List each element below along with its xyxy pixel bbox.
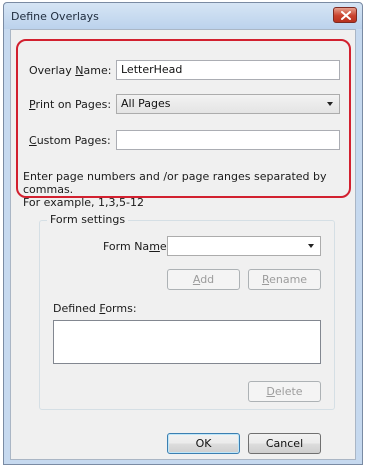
page-range-hint-line2: For example, 1,3,5-12	[23, 196, 144, 209]
page-range-hint: Enter page numbers and /or page ranges s…	[23, 170, 353, 209]
print-on-pages-label: Print on Pages:	[29, 98, 112, 111]
ok-button[interactable]: OK	[167, 433, 240, 454]
chevron-down-icon	[327, 102, 333, 106]
print-on-pages-value: All Pages	[121, 97, 171, 110]
page-range-hint-line1: Enter page numbers and /or page ranges s…	[23, 170, 327, 196]
custom-pages-field[interactable]	[116, 130, 340, 150]
dialog-client-area: Overlay Name: LetterHead Print on Pages:…	[10, 29, 356, 460]
delete-button[interactable]: Delete	[248, 381, 321, 402]
defined-forms-label: Defined Forms:	[53, 302, 137, 315]
window-title: Define Overlays	[11, 10, 99, 23]
overlay-name-field[interactable]: LetterHead	[116, 60, 340, 80]
cancel-button[interactable]: Cancel	[248, 433, 321, 454]
title-bar: Define Overlays	[4, 3, 362, 29]
custom-pages-label: Custom Pages:	[29, 134, 111, 147]
add-button[interactable]: Add	[167, 269, 240, 290]
close-icon	[341, 11, 351, 20]
defined-forms-list[interactable]	[53, 320, 321, 364]
close-button[interactable]	[333, 7, 357, 23]
chevron-down-icon	[308, 244, 314, 248]
form-name-select[interactable]	[167, 236, 321, 256]
overlay-name-label: Overlay Name:	[29, 64, 112, 77]
print-on-pages-select[interactable]: All Pages	[116, 94, 340, 114]
form-settings-group-label: Form settings	[47, 213, 129, 226]
rename-button[interactable]: Rename	[248, 269, 321, 290]
form-name-label: Form Name:	[103, 240, 171, 253]
define-overlays-dialog: Define Overlays Overlay Name: LetterHead…	[3, 2, 363, 465]
